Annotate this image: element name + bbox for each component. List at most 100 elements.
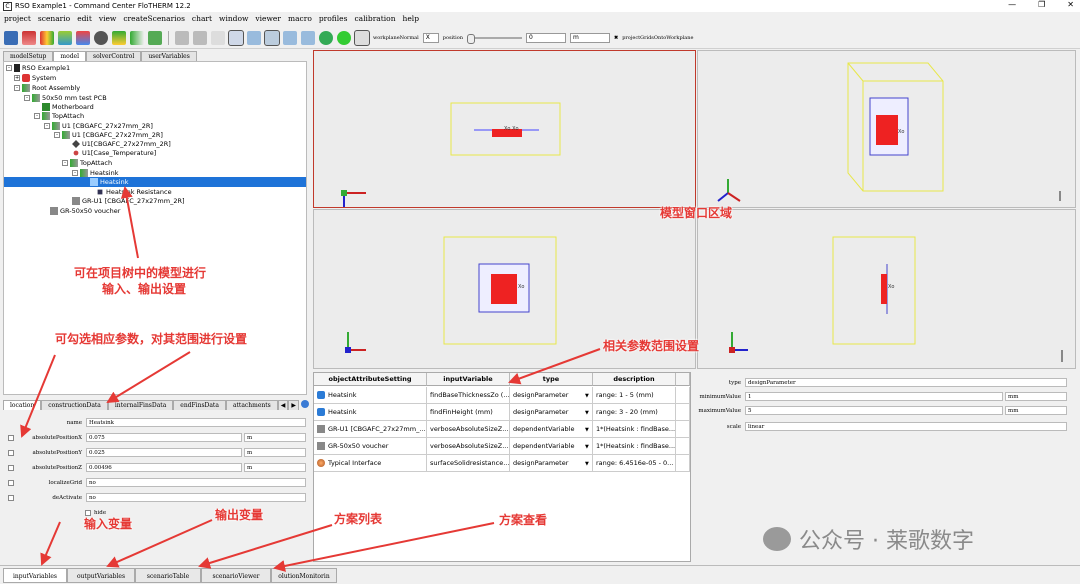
save-icon[interactable] <box>4 30 18 45</box>
unit-select[interactable]: m <box>244 448 306 457</box>
workplane-select[interactable]: X <box>422 32 439 43</box>
close-icon[interactable]: ✕ <box>1067 0 1074 9</box>
viewport-top-right[interactable]: Xo <box>697 50 1076 208</box>
localize-grid-select[interactable]: no <box>86 478 306 487</box>
tree-item[interactable]: + System <box>14 73 56 83</box>
menu-edit[interactable]: edit <box>77 14 92 23</box>
minimize-icon[interactable]: — <box>1008 0 1016 9</box>
dropdown-arrow-icon[interactable]: ▼ <box>585 393 589 399</box>
maximum-value-input[interactable]: 5 <box>745 406 1003 415</box>
position-slider[interactable] <box>467 33 522 44</box>
position-input[interactable]: 0 <box>526 32 566 43</box>
tree-item[interactable]: GR-U1 [CBGAFC_27x27mm_2R] <box>72 196 185 206</box>
tab-solvercontrol[interactable]: solverControl <box>86 51 142 61</box>
view-split-icon[interactable] <box>283 30 297 45</box>
menu-view[interactable]: view <box>99 14 117 23</box>
tab-endfinsdata[interactable]: endFinsData <box>173 400 226 410</box>
menu-viewer[interactable]: viewer <box>255 14 281 23</box>
tree-item[interactable]: - RSO Example1 <box>6 63 70 73</box>
system-icon <box>22 74 30 82</box>
dropdown-arrow-icon[interactable]: ▼ <box>585 461 589 467</box>
deactivate-select[interactable]: no <box>86 493 306 502</box>
unit-select[interactable]: mm <box>1005 406 1067 415</box>
unit-select[interactable]: m <box>570 32 610 43</box>
viewport-top-left[interactable]: Xo Xo <box>313 50 696 208</box>
menu-macro[interactable]: macro <box>288 14 312 23</box>
column-header[interactable]: description <box>593 373 676 386</box>
menu-profiles[interactable]: profiles <box>319 14 348 23</box>
globe-icon[interactable] <box>94 30 108 45</box>
menu-createscenarios[interactable]: createScenarios <box>123 14 185 23</box>
dropdown-arrow-icon[interactable]: ▼ <box>585 410 589 416</box>
view-single-icon[interactable] <box>247 30 261 45</box>
menu-chart[interactable]: chart <box>192 14 212 23</box>
assembly-icon[interactable] <box>112 30 126 45</box>
column-header[interactable]: objectAttributeSetting <box>314 373 427 386</box>
tree-item[interactable]: GR-50x50 voucher <box>50 206 120 216</box>
dropdown-arrow-icon[interactable]: ▼ <box>585 427 589 433</box>
minimum-value-input[interactable]: 1 <box>745 392 1003 401</box>
type-select[interactable]: dependentVariable <box>510 438 593 455</box>
shapes-icon[interactable] <box>76 30 90 45</box>
scale-select[interactable]: linear <box>745 422 1067 431</box>
position-x-input[interactable]: 0.075 <box>86 433 242 442</box>
type-select[interactable]: designParameter <box>510 455 593 472</box>
viewport-bottom-right[interactable]: Xo <box>697 209 1076 369</box>
tree-item[interactable]: - TopAttach <box>62 158 112 168</box>
tab-constructiondata[interactable]: constructionData <box>41 400 108 410</box>
tree-item[interactable]: - Root Assembly <box>14 83 80 93</box>
tab-scenariotable[interactable]: scenarioTable <box>135 568 201 583</box>
type-select[interactable]: designParameter <box>745 378 1067 387</box>
menu-project[interactable]: project <box>4 14 31 23</box>
menu-calibration[interactable]: calibration <box>354 14 395 23</box>
column-header[interactable]: type <box>510 373 593 386</box>
position-z-input[interactable]: 0.00496 <box>86 463 242 472</box>
tab-model[interactable]: model <box>53 51 87 61</box>
monitor-icon[interactable] <box>337 30 351 45</box>
pcb-icon[interactable] <box>148 30 162 45</box>
layers-icon[interactable] <box>58 30 72 45</box>
tab-scenarioviewer[interactable]: scenarioViewer <box>201 568 271 583</box>
tab-outputvariables[interactable]: outputVariables <box>67 568 135 583</box>
tab-scroll-left-icon[interactable]: ◀ <box>277 400 289 410</box>
menu-scenario[interactable]: scenario <box>38 14 70 23</box>
tab-internalfinsdata[interactable]: internalFinsData <box>107 400 174 410</box>
grid-icon[interactable] <box>130 30 144 45</box>
chart-icon[interactable] <box>40 30 54 45</box>
scenario-icon[interactable] <box>22 30 36 45</box>
type-select[interactable]: designParameter <box>510 387 593 404</box>
unit-select[interactable]: mm <box>1005 392 1067 401</box>
tree-item[interactable]: U1[Case_Temperature] <box>72 148 156 158</box>
tab-inputvariables[interactable]: inputVariables <box>3 568 67 583</box>
clear-icon[interactable]: ✖ <box>614 35 618 41</box>
menu-help[interactable]: help <box>403 14 419 23</box>
tree-item[interactable]: - TopAttach <box>34 111 84 121</box>
tab-location[interactable]: location <box>3 400 42 410</box>
position-y-input[interactable]: 0.025 <box>86 448 242 457</box>
unit-select[interactable]: m <box>244 433 306 442</box>
menu-window[interactable]: window <box>219 14 248 23</box>
view-quad-icon[interactable] <box>264 29 280 46</box>
undo-icon[interactable] <box>175 30 189 45</box>
type-select[interactable]: designParameter <box>510 404 593 421</box>
tab-attachments[interactable]: attachments <box>225 400 278 410</box>
help-icon[interactable] <box>300 400 309 408</box>
solve-icon[interactable] <box>319 30 333 45</box>
maximize-icon[interactable]: ❐ <box>1038 0 1045 9</box>
settings-icon[interactable] <box>354 29 370 46</box>
select-mode-icon[interactable] <box>228 29 244 46</box>
tab-solutionmonitoring[interactable]: olutionMonitorin <box>271 568 337 583</box>
redo-icon[interactable] <box>193 30 207 45</box>
name-input[interactable]: Heatsink <box>86 418 306 427</box>
column-header[interactable]: inputVariable <box>427 373 510 386</box>
unit-select[interactable]: m <box>244 463 306 472</box>
tab-uservariables[interactable]: userVariables <box>141 51 197 61</box>
view-fit-icon[interactable] <box>301 30 315 45</box>
assembly-icon <box>22 84 30 92</box>
type-select[interactable]: dependentVariable <box>510 421 593 438</box>
tree-item-selected[interactable]: Heatsink <box>4 177 306 187</box>
tab-scroll-right-icon[interactable]: ▶ <box>288 400 299 410</box>
dropdown-arrow-icon[interactable]: ▼ <box>585 444 589 450</box>
pointer-icon[interactable] <box>211 30 225 45</box>
tab-modelsetup[interactable]: modelSetup <box>3 51 54 61</box>
